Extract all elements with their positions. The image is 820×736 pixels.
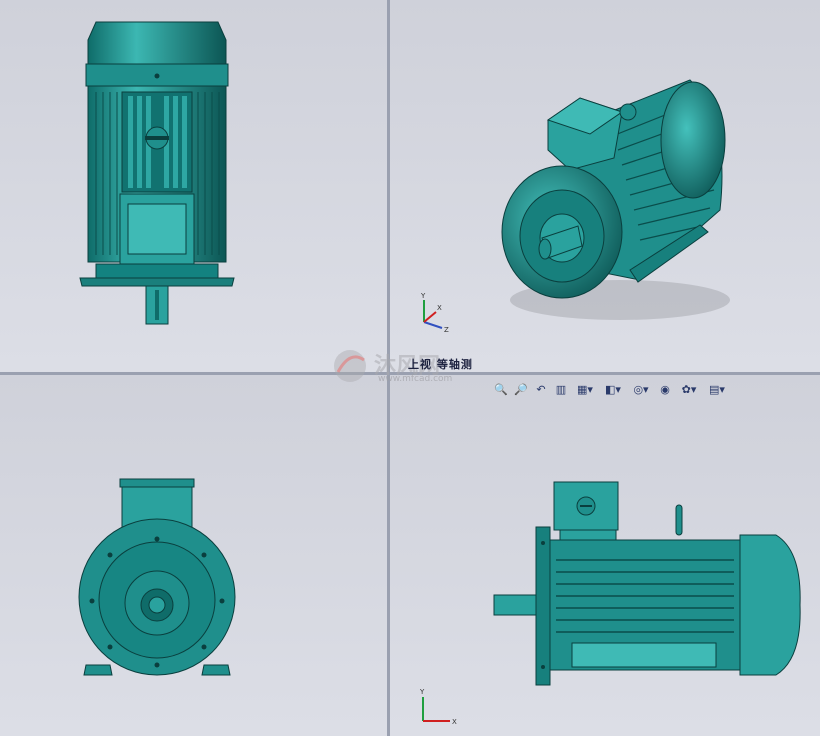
triad-icon: Y X (419, 688, 457, 726)
viewport-right[interactable]: Y X (390, 375, 820, 736)
svg-text:Y: Y (419, 688, 425, 696)
hide-show-items-icon[interactable]: ◎▾ (628, 381, 654, 397)
view-orientation-label: 上视 等轴测 (408, 358, 473, 371)
edit-appearance-icon[interactable]: ◉ (656, 381, 674, 397)
heads-up-view-toolbar: 🔍 🔎 ↶ ▥ ▦▾ ◧▾ ◎▾ ◉ ✿▾ ▤▾ (492, 380, 730, 398)
view-settings-icon[interactable]: ▤▾ (704, 381, 730, 397)
motor-front-view (78, 478, 236, 676)
svg-text:X: X (452, 718, 457, 726)
motor-top-view (79, 21, 235, 325)
motor-isometric-view: Y Z X (420, 79, 730, 334)
svg-text:X: X (437, 304, 442, 312)
motor-side-view: Y X (419, 481, 801, 726)
viewport-divider-horizontal[interactable] (0, 372, 820, 375)
viewport-divider-vertical[interactable] (387, 0, 390, 736)
svg-text:Z: Z (444, 326, 449, 334)
apply-scene-icon[interactable]: ✿▾ (676, 381, 702, 397)
zoom-to-fit-icon[interactable]: 🔍 (492, 381, 510, 397)
viewport-front[interactable] (0, 375, 387, 736)
display-style-icon[interactable]: ◧▾ (600, 381, 626, 397)
view-orientation-icon[interactable]: ▦▾ (572, 381, 598, 397)
viewport-top[interactable] (0, 0, 387, 372)
section-view-icon[interactable]: ▥ (552, 381, 570, 397)
triad-icon: Y Z X (420, 292, 449, 334)
previous-view-icon[interactable]: ↶ (532, 381, 550, 397)
zoom-to-area-icon[interactable]: 🔎 (512, 381, 530, 397)
viewport-isometric[interactable]: Y Z X (390, 0, 820, 372)
svg-text:Y: Y (420, 292, 426, 300)
